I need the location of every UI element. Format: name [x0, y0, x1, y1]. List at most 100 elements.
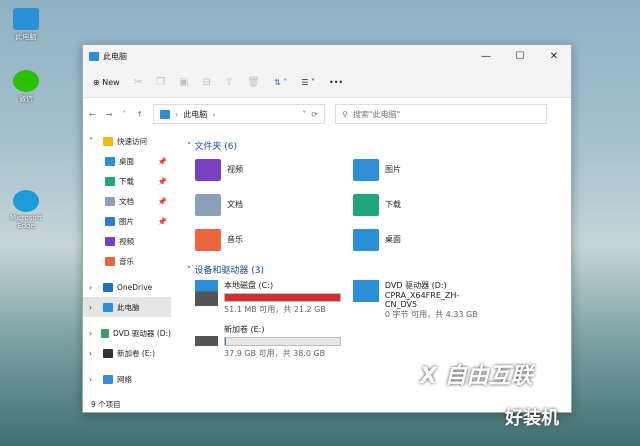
sidebar-item[interactable]: › DVD 驱动器 (D:) [83, 323, 171, 343]
close-button[interactable]: ✕ [537, 51, 571, 62]
usage-bar [224, 293, 341, 302]
folder-icon [353, 158, 379, 181]
item-icon [105, 216, 115, 226]
chevron-icon[interactable]: › [89, 283, 99, 292]
paste-icon[interactable]: ▣ [179, 77, 188, 88]
dropdown-icon[interactable]: ˅ [302, 110, 306, 119]
sidebar-item-label: DVD 驱动器 (D:) [113, 328, 171, 338]
sidebar-item[interactable]: 桌面 📌 [83, 151, 171, 171]
item-icon [103, 136, 113, 146]
forward-icon[interactable]: → [106, 110, 113, 119]
label: Microsoft Edge [10, 214, 42, 230]
toolbar: ⊕ New ✂ ❐ ▣ ⊟ ⇪ 🗑 ⇅ ˅ ☰ ˅ ••• [83, 67, 571, 98]
folder-icon [353, 228, 379, 251]
drive-icon [195, 336, 218, 346]
delete-icon[interactable]: 🗑 [247, 77, 260, 88]
item-icon [103, 282, 113, 292]
label: 此电脑 [15, 33, 37, 41]
sidebar-item[interactable]: 文档 📌 [83, 191, 171, 211]
label: 微信 [19, 95, 33, 103]
item-icon [103, 374, 113, 384]
item-icon [105, 256, 115, 266]
drives-heading[interactable]: ˅ 设备和驱动器 (3) [187, 263, 571, 276]
sidebar-item-label: 文档 [119, 196, 134, 206]
heading-text: 文件夹 (6) [194, 142, 237, 152]
desktop-icon-this-pc[interactable]: 此电脑 [4, 8, 48, 42]
chevron-icon[interactable]: › [89, 349, 99, 358]
heading-text: 设备和驱动器 (3) [194, 266, 264, 276]
sidebar-item-label: 图片 [119, 216, 134, 226]
more-button[interactable]: ••• [329, 78, 343, 87]
chevron-icon[interactable]: › [89, 303, 99, 312]
sidebar-item[interactable]: 下载 📌 [83, 171, 171, 191]
status-bar: 9 个项目 [91, 400, 121, 409]
folder-icon [353, 193, 379, 216]
pin-icon[interactable]: 📌 [158, 177, 167, 186]
folder-icon [195, 193, 221, 216]
cut-icon[interactable]: ✂ [134, 77, 142, 88]
folder-icon [195, 228, 221, 251]
new-button[interactable]: ⊕ New [93, 78, 120, 87]
drive-name: DVD 驱动器 (D:) [384, 281, 447, 290]
desktop-icon-wechat[interactable]: 微信 [4, 70, 48, 104]
sidebar-item[interactable]: ˅ 快速访问 [83, 131, 171, 151]
address-path: 此电脑 [183, 109, 208, 119]
usage-bar [224, 337, 341, 346]
folder-label: 桌面 [385, 235, 401, 244]
folder-icon [195, 158, 221, 181]
address-bar[interactable]: › 此电脑 › ˅ ⟳ [153, 104, 326, 124]
minimize-button[interactable]: — [469, 51, 503, 62]
watermark-text: 自由互联 [444, 364, 533, 389]
sidebar-item-label: 视频 [119, 236, 134, 246]
sort-button[interactable]: ⇅ ˅ [274, 78, 287, 87]
sidebar-item-label: 此电脑 [117, 302, 140, 312]
folder-item[interactable]: 文档 [195, 191, 353, 218]
drive-c[interactable]: 本地磁盘 (C:) 51.1 MB 可用，共 21.2 GB [183, 280, 341, 320]
watermark-logo: X 自由互联 [420, 364, 533, 389]
folder-item[interactable]: 图片 [353, 156, 503, 183]
drive-e[interactable]: 新加卷 (E:) 37.9 GB 可用，共 38.0 GB [183, 324, 341, 364]
sidebar-item[interactable]: 视频 [83, 231, 171, 251]
item-icon [105, 236, 115, 246]
folder-item[interactable]: 音乐 [195, 226, 353, 253]
sidebar-item[interactable]: 音乐 [83, 251, 171, 271]
refresh-icon[interactable]: ⟳ [311, 110, 318, 119]
search-box[interactable]: ⚲ 搜索"此电脑" [335, 104, 548, 124]
back-icon[interactable]: ← [89, 110, 96, 119]
computer-icon [89, 51, 99, 61]
drive-info: 37.9 GB 可用，共 38.0 GB [224, 349, 326, 358]
drive-icon [195, 280, 218, 306]
sidebar-item-label: OneDrive [117, 282, 153, 292]
up-icon[interactable]: ↑ [136, 110, 143, 119]
folder-item[interactable]: 下载 [353, 191, 503, 218]
folder-item[interactable]: 桌面 [353, 226, 503, 253]
folders-heading[interactable]: ˅ 文件夹 (6) [187, 139, 571, 152]
pin-icon[interactable]: 📌 [158, 157, 167, 166]
rename-icon[interactable]: ⊟ [203, 77, 211, 88]
view-button[interactable]: ☰ ˅ [301, 78, 315, 87]
sidebar-item-label: 新加卷 (E:) [117, 348, 156, 358]
chevron-icon[interactable]: ˅ [89, 137, 99, 146]
share-icon[interactable]: ⇪ [225, 77, 233, 88]
sidebar-item[interactable]: › 此电脑 [83, 297, 171, 317]
watermark-text: 好装机 [505, 408, 559, 429]
item-icon [105, 156, 115, 166]
sidebar-item-label: 下载 [119, 176, 134, 186]
drive-info: 51.1 MB 可用，共 21.2 GB [224, 305, 326, 314]
sidebar-item[interactable]: › 新加卷 (E:) [83, 343, 171, 363]
chevron-icon[interactable]: › [89, 375, 99, 384]
pin-icon[interactable]: 📌 [158, 197, 167, 206]
copy-icon[interactable]: ❐ [156, 77, 165, 88]
recent-chevron-icon[interactable]: ˅ [122, 110, 126, 119]
pin-icon[interactable]: 📌 [158, 217, 167, 226]
sidebar-item[interactable]: › 网络 [83, 369, 171, 389]
desktop-icon-edge[interactable]: Microsoft Edge [4, 190, 48, 230]
sidebar-item[interactable]: 图片 📌 [83, 211, 171, 231]
sidebar-item[interactable]: › OneDrive [83, 277, 171, 297]
sidebar-item-label: 网络 [117, 374, 132, 384]
folder-item[interactable]: 视频 [195, 156, 353, 183]
chevron-icon[interactable]: › [89, 329, 97, 338]
maximize-button[interactable]: ☐ [503, 51, 537, 62]
dvd-icon [353, 280, 379, 302]
drive-d[interactable]: DVD 驱动器 (D:) CPRA_X64FRE_ZH-CN_DV5 0 字节 可用… [341, 280, 491, 320]
